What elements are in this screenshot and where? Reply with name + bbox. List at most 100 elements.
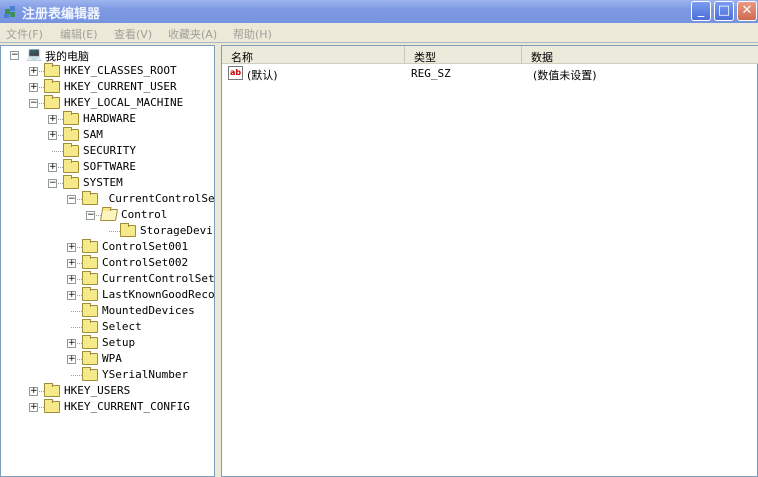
tree-node-label: YSerialNumber: [102, 368, 189, 381]
tree-node-label: ControlSet002: [102, 256, 189, 269]
string-value-icon: ab: [228, 66, 243, 80]
value-data: (数值未设置): [533, 69, 597, 82]
close-icon: ✕: [741, 3, 753, 18]
expand-icon[interactable]: +: [67, 243, 76, 252]
tree-node-label: HARDWARE: [83, 112, 136, 125]
tree-node[interactable]: + ControlSet001: [1, 239, 214, 255]
tree-node[interactable]: − 💻 我的电脑: [1, 47, 214, 63]
tree-node-label: StorageDevicePolicies: [140, 224, 214, 237]
tree-node[interactable]: − SYSTEM: [1, 175, 214, 191]
menu-file[interactable]: 文件(F): [6, 26, 43, 42]
folder-icon: [82, 239, 98, 253]
tree-node[interactable]: MountedDevices: [1, 303, 214, 319]
close-button[interactable]: ✕: [737, 1, 757, 21]
window-title: 注册表编辑器: [22, 7, 101, 22]
computer-icon: 💻: [26, 47, 43, 62]
expand-icon[interactable]: +: [67, 339, 76, 348]
tree-node[interactable]: + Setup: [1, 335, 214, 351]
menu-bar: 文件(F) 编辑(E) 查看(V) 收藏夹(A) 帮助(H): [0, 23, 758, 43]
column-header-name[interactable]: 名称: [222, 46, 405, 64]
expand-icon[interactable]: +: [67, 259, 76, 268]
menu-help[interactable]: 帮助(H): [233, 26, 272, 42]
minimize-icon: _: [697, 3, 705, 18]
tree-node[interactable]: + HKEY_USERS: [1, 383, 214, 399]
folder-icon: [82, 191, 98, 205]
folder-icon: [44, 399, 60, 413]
menu-view[interactable]: 查看(V): [114, 26, 152, 42]
expand-icon[interactable]: +: [48, 131, 57, 140]
tree-node[interactable]: + CurrentControlSet: [1, 271, 215, 287]
tree-node-label: HKEY_CURRENT_CONFIG: [64, 400, 190, 413]
tree-node-label: HKEY_USERS: [64, 384, 131, 397]
value-name: (默认): [247, 69, 278, 82]
tree-node[interactable]: + HKEY_CURRENT_CONFIG: [1, 399, 214, 415]
column-header-data[interactable]: 数据: [522, 46, 758, 64]
column-header-type[interactable]: 类型: [405, 46, 522, 64]
tree-node-label: CurrentControlSet: [102, 272, 215, 285]
title-bar: 注册表编辑器 _ □ ✕: [0, 0, 758, 23]
collapse-icon[interactable]: −: [86, 211, 95, 220]
menu-edit[interactable]: 编辑(E): [60, 26, 98, 42]
tree-node-label: ControlSet001: [102, 240, 189, 253]
tree-node-label: HKEY_CLASSES_ROOT: [64, 64, 177, 77]
expand-icon[interactable]: +: [29, 67, 38, 76]
tree-node[interactable]: + LastKnownGoodRecovery: [1, 287, 215, 303]
tree-node-label: SYSTEM: [83, 176, 123, 189]
tree-node[interactable]: Select: [1, 319, 214, 335]
expand-icon[interactable]: +: [67, 355, 76, 364]
tree-node-label: WPA: [102, 352, 122, 365]
tree-node[interactable]: + WPA: [1, 351, 214, 367]
tree-node-label: Select: [102, 320, 142, 333]
minimize-button[interactable]: _: [691, 1, 711, 21]
folder-icon: [82, 351, 98, 365]
collapse-icon[interactable]: −: [67, 195, 76, 204]
tree-node[interactable]: + HKEY_CLASSES_ROOT: [1, 63, 214, 79]
folder-icon: [44, 95, 60, 109]
expand-icon[interactable]: +: [67, 275, 76, 284]
tree-node-label: 我的电脑: [45, 50, 89, 63]
tree-node[interactable]: + SAM: [1, 127, 214, 143]
tree-node[interactable]: YSerialNumber: [1, 367, 214, 383]
tree-node-label: CurrentControlSet: [102, 192, 215, 205]
tree-node[interactable]: + SOFTWARE: [1, 159, 214, 175]
tree-node[interactable]: + HKEY_CURRENT_USER: [1, 79, 214, 95]
expand-icon[interactable]: +: [48, 163, 57, 172]
folder-open-icon: [99, 209, 119, 221]
tree-node[interactable]: − Control: [1, 207, 214, 223]
values-list[interactable]: 名称 类型 数据 ab (默认) REG_SZ (数值未设置): [221, 45, 758, 477]
tree-node[interactable]: + HARDWARE: [1, 111, 214, 127]
folder-icon: [82, 255, 98, 269]
folder-icon: [63, 111, 79, 125]
collapse-icon[interactable]: −: [10, 51, 19, 60]
folder-icon: [120, 223, 136, 237]
tree-node-label: LastKnownGoodRecovery: [102, 288, 215, 301]
collapse-icon[interactable]: −: [48, 179, 57, 188]
registry-tree[interactable]: − 💻 我的电脑 + HKEY_CLASSES_ROOT + HKEY_CURRENT_US…: [0, 45, 215, 477]
folder-icon: [63, 159, 79, 173]
tree-node-label: Setup: [102, 336, 136, 349]
maximize-button[interactable]: □: [714, 1, 734, 21]
folder-icon: [82, 319, 98, 333]
folder-icon: [63, 175, 79, 189]
tree-node-label: Control: [121, 208, 168, 221]
tree-node[interactable]: StorageDevicePolicies: [1, 223, 214, 239]
tree-node-label: SOFTWARE: [83, 160, 136, 173]
folder-icon: [44, 79, 60, 93]
folder-icon: [63, 143, 79, 157]
expand-icon[interactable]: +: [29, 387, 38, 396]
expand-icon[interactable]: +: [48, 115, 57, 124]
expand-icon[interactable]: +: [67, 291, 76, 300]
tree-node-label: SECURITY: [83, 144, 136, 157]
folder-icon: [44, 63, 60, 77]
folder-icon: [63, 127, 79, 141]
collapse-icon[interactable]: −: [29, 99, 38, 108]
regedit-icon: [4, 6, 15, 18]
tree-node[interactable]: − HKEY_LOCAL_MACHINE: [1, 95, 214, 111]
tree-node[interactable]: SECURITY: [1, 143, 214, 159]
expand-icon[interactable]: +: [29, 403, 38, 412]
menu-favorites[interactable]: 收藏夹(A): [168, 26, 217, 42]
tree-node[interactable]: + ControlSet002: [1, 255, 214, 271]
tree-node-label: SAM: [83, 128, 103, 141]
tree-node[interactable]: − CurrentControlSet: [1, 191, 215, 207]
expand-icon[interactable]: +: [29, 83, 38, 92]
